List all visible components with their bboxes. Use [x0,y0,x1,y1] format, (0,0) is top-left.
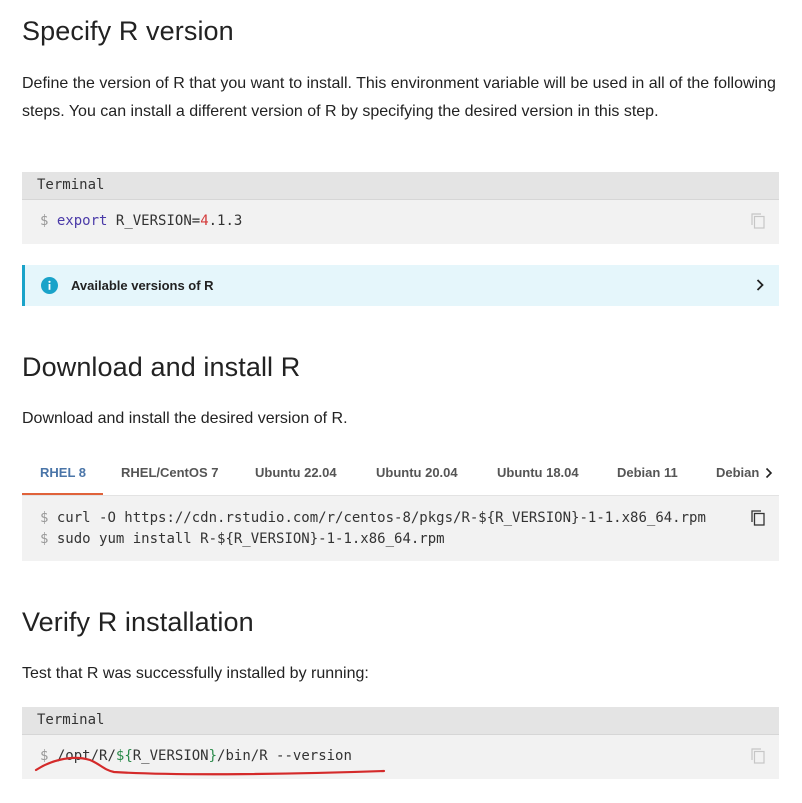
download-code-lines: $ curl -O https://cdn.rstudio.com/r/cent… [40,508,706,550]
copy-icon[interactable] [751,748,765,764]
var-close: } [208,748,218,764]
terminal-header: Terminal [22,707,779,735]
tab-rhel-8[interactable]: RHEL 8 [40,455,86,495]
terminal-block-specify: Terminal $ export R_VERSION=4.1.3 [22,172,779,244]
section-description-verify: Test that R was successfully installed b… [22,665,369,682]
download-code-block[interactable]: $ curl -O https://cdn.rstudio.com/r/cent… [22,496,779,561]
code-prompt: $ [40,531,49,547]
tab-ubuntu-2204[interactable]: Ubuntu 22.04 [255,455,337,495]
var-open: ${ [115,748,133,764]
version-rest: .1.3 [208,213,243,229]
code-line-yum: sudo yum install R-${R_VERSION}-1-1.x86_… [56,531,445,547]
terminal-prompt: $ [40,213,49,229]
tab-ubuntu-1804[interactable]: Ubuntu 18.04 [497,455,579,495]
section-description-download: Download and install the desired version… [22,410,348,427]
tab-debian[interactable]: Debian [716,455,759,495]
export-keyword: export [56,213,108,229]
terminal-header: Terminal [22,172,779,200]
info-icon [41,277,58,294]
copy-icon[interactable] [751,510,765,526]
path-prefix: /opt/R/ [56,748,116,764]
section-title-specify: Specify R version [22,16,234,46]
chevron-right-icon [756,279,764,291]
tab-debian-11[interactable]: Debian 11 [617,455,678,495]
tab-ubuntu-2004[interactable]: Ubuntu 20.04 [376,455,458,495]
var-assignment: R_VERSION= [115,213,201,229]
terminal-prompt: $ [40,748,49,764]
callout-available-versions[interactable]: Available versions of R [22,265,779,306]
terminal-command[interactable]: $ /opt/R/${R_VERSION}/bin/R --version [22,735,779,779]
section-description-specify: Define the version of R that you want to… [22,75,776,120]
code-prompt: $ [40,510,49,526]
terminal-command[interactable]: $ export R_VERSION=4.1.3 [22,200,779,244]
callout-label: Available versions of R [71,278,214,293]
terminal-block-verify: Terminal $ /opt/R/${R_VERSION}/bin/R --v… [22,707,779,779]
tab-rhel-centos-7[interactable]: RHEL/CentOS 7 [121,455,219,495]
section-title-download: Download and install R [22,352,301,382]
version-major: 4 [200,213,209,229]
active-tab-indicator [22,493,103,495]
section-title-verify: Verify R installation [22,607,254,637]
path-suffix: /bin/R --version [217,748,352,764]
var-name: R_VERSION [132,748,209,764]
copy-icon[interactable] [751,213,765,229]
os-tabs: RHEL 8 RHEL/CentOS 7 Ubuntu 22.04 Ubuntu… [22,455,779,496]
tabs-scroll-right-icon[interactable] [765,467,773,479]
code-line-curl: curl -O https://cdn.rstudio.com/r/centos… [56,510,706,526]
